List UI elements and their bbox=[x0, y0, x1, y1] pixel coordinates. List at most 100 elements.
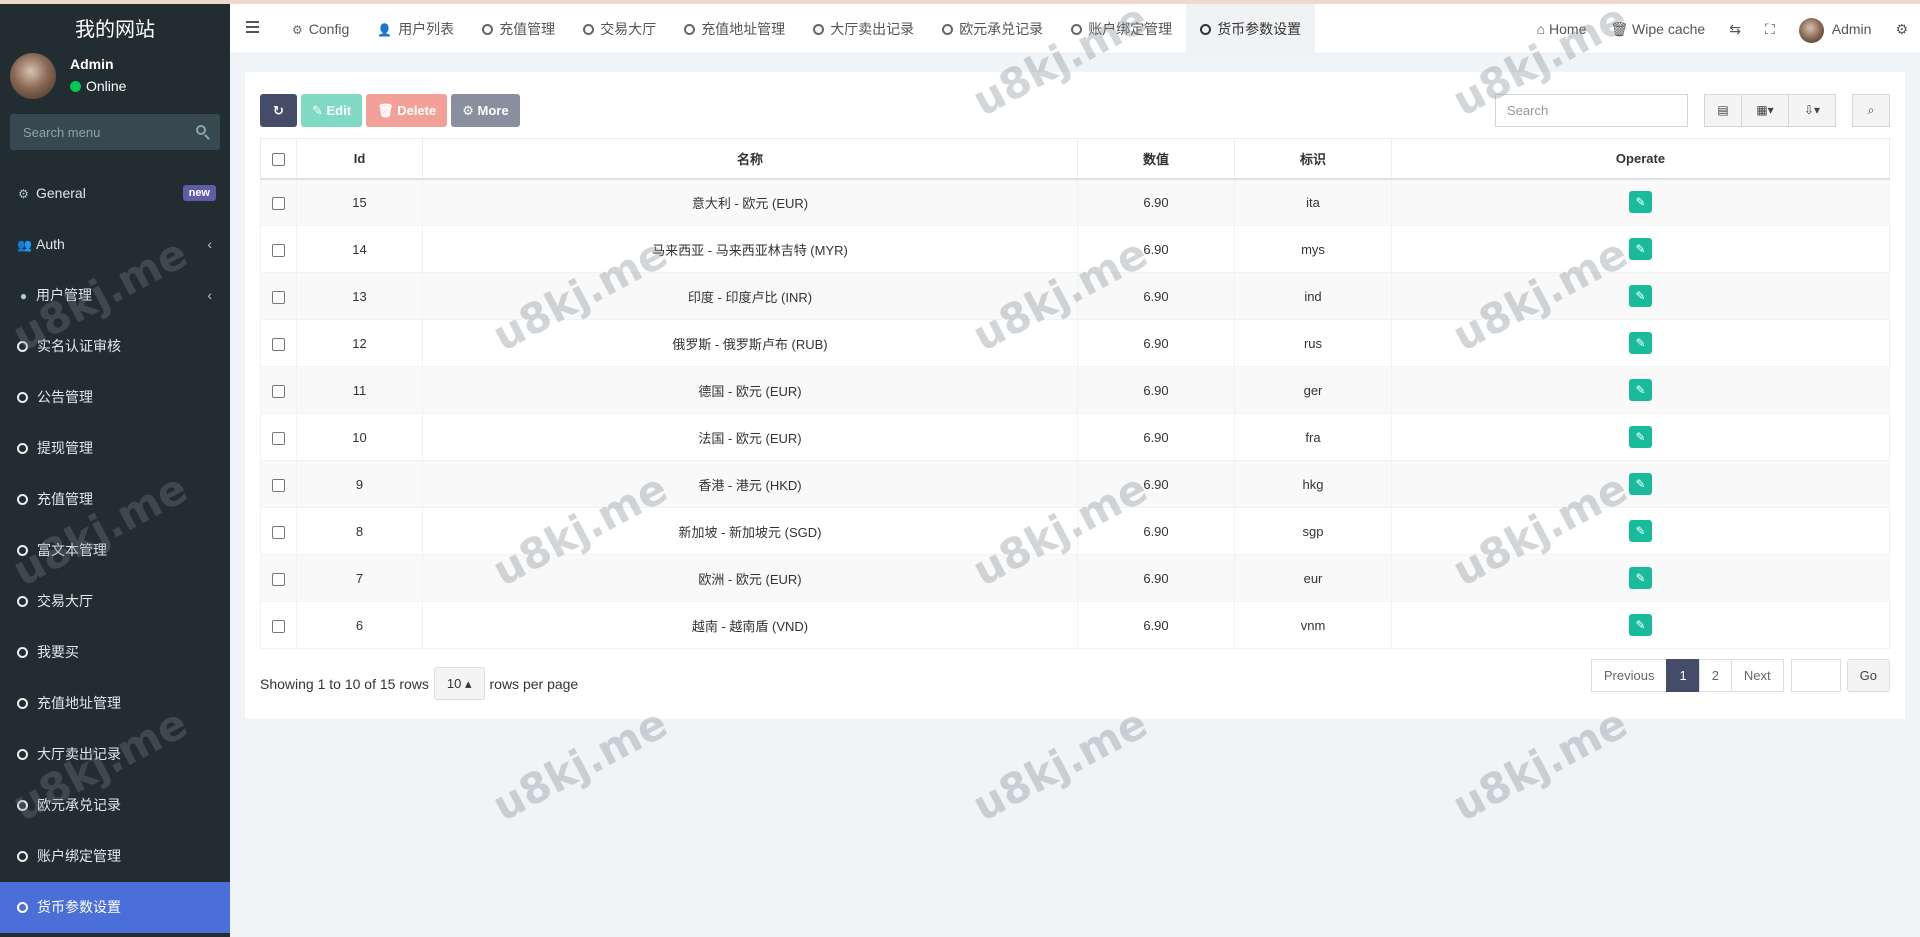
search-icon[interactable] bbox=[196, 125, 206, 135]
language-icon[interactable]: ⇆ bbox=[1717, 4, 1753, 54]
sidebar-item-euro-acceptance[interactable]: 欧元承兑记录 bbox=[0, 780, 230, 831]
export-icon: ⇩▾ bbox=[1803, 103, 1821, 117]
row-edit-pencil-icon[interactable]: ✎ bbox=[1629, 285, 1652, 307]
cell-id: 10 bbox=[296, 413, 423, 461]
row-checkbox[interactable] bbox=[272, 243, 285, 257]
tab-trading-hall[interactable]: 交易大厅 bbox=[569, 4, 670, 54]
sidebar-item-account-binding[interactable]: 账户绑定管理 bbox=[0, 831, 230, 882]
tab-user-list[interactable]: 👤 用户列表 bbox=[363, 4, 468, 54]
row-checkbox[interactable] bbox=[272, 290, 285, 304]
page-size-dropdown[interactable]: 10 ▴ bbox=[433, 667, 485, 700]
sidebar-item-user-management[interactable]: ● 用户管理 ‹ bbox=[0, 270, 230, 321]
cell-value: 6.90 bbox=[1077, 272, 1235, 320]
tab-account-binding[interactable]: 账户绑定管理 bbox=[1057, 4, 1186, 54]
columns-button[interactable]: ▦▾ bbox=[1741, 94, 1789, 127]
row-edit-pencil-icon[interactable]: ✎ bbox=[1629, 191, 1652, 214]
currency-table: Id 名称 数值 标识 Operate 15 意大利 - 欧元 (EUR) 6.90… bbox=[260, 138, 1890, 649]
sidebar-item-recharge-address[interactable]: 充值地址管理 bbox=[0, 678, 230, 729]
page-2-button[interactable]: 2 bbox=[1698, 659, 1732, 692]
menu-search-input[interactable] bbox=[10, 114, 180, 150]
cell-value: 6.90 bbox=[1077, 178, 1235, 226]
fullscreen-icon[interactable]: ⛶ bbox=[1753, 4, 1787, 54]
row-edit-pencil-icon[interactable]: ✎ bbox=[1629, 238, 1652, 260]
sidebar-item-label: 充值地址管理 bbox=[37, 695, 121, 711]
sidebar-item-auth[interactable]: 👥 Auth ‹ bbox=[0, 219, 230, 270]
cell-id: 11 bbox=[296, 366, 423, 414]
header-value[interactable]: 数值 bbox=[1077, 138, 1235, 180]
export-button[interactable]: ⇩▾ bbox=[1788, 94, 1836, 127]
sidebar-item-label: 充值管理 bbox=[37, 491, 93, 507]
sidebar-item-currency-settings[interactable]: 货币参数设置 bbox=[0, 882, 230, 933]
row-select-cell bbox=[260, 366, 297, 414]
circle-icon bbox=[583, 24, 595, 35]
sidebar-item-announcements[interactable]: 公告管理 bbox=[0, 372, 230, 423]
go-button[interactable]: Go bbox=[1846, 659, 1890, 692]
cell-id: 12 bbox=[296, 319, 423, 367]
row-edit-pencil-icon[interactable]: ✎ bbox=[1629, 473, 1652, 495]
sidebar-item-recharge[interactable]: 充值管理 bbox=[0, 474, 230, 525]
previous-page-button[interactable]: Previous bbox=[1590, 659, 1668, 692]
row-checkbox[interactable] bbox=[272, 525, 285, 539]
wipe-cache-button[interactable]: 🗑 Wipe cache bbox=[1598, 4, 1717, 54]
cell-name: 意大利 - 欧元 (EUR) bbox=[422, 178, 1078, 226]
next-page-button[interactable]: Next bbox=[1730, 659, 1784, 692]
cell-name: 新加坡 - 新加坡元 (SGD) bbox=[422, 507, 1078, 555]
showing-rows-text: Showing 1 to 10 of 15 rows bbox=[260, 675, 429, 692]
tab-config[interactable]: ⚙ Config bbox=[278, 4, 363, 54]
row-checkbox[interactable] bbox=[272, 337, 285, 351]
row-checkbox[interactable] bbox=[272, 431, 285, 445]
row-checkbox[interactable] bbox=[272, 384, 285, 398]
table-search-input[interactable] bbox=[1495, 94, 1688, 127]
refresh-button[interactable]: ↻ bbox=[260, 94, 297, 127]
gear-icon: ⚙ bbox=[292, 23, 303, 37]
advanced-search-button[interactable]: ⌕ bbox=[1852, 94, 1890, 127]
header-name[interactable]: 名称 bbox=[422, 138, 1078, 180]
edit-button[interactable]: ✎ Edit bbox=[301, 94, 363, 127]
tab-currency-settings[interactable]: 货币参数设置 bbox=[1186, 4, 1316, 54]
admin-label: Admin bbox=[1831, 21, 1872, 37]
settings-gear-icon[interactable]: ⚙ bbox=[1883, 4, 1920, 54]
sidebar-item-withdrawals[interactable]: 提现管理 bbox=[0, 423, 230, 474]
row-edit-pencil-icon[interactable]: ✎ bbox=[1629, 426, 1652, 448]
menu-toggle-icon[interactable] bbox=[246, 21, 259, 33]
select-all-checkbox[interactable] bbox=[272, 152, 285, 166]
row-select-cell bbox=[260, 601, 297, 649]
site-logo[interactable]: 我的网站 bbox=[0, 4, 230, 54]
sidebar-item-buy[interactable]: 我要买 bbox=[0, 627, 230, 678]
header-code[interactable]: 标识 bbox=[1234, 138, 1392, 180]
tab-label: 用户列表 bbox=[398, 21, 455, 37]
tab-recharge[interactable]: 充值管理 bbox=[468, 4, 569, 54]
sidebar-item-general[interactable]: ⚙ General new bbox=[0, 168, 230, 219]
sidebar-item-real-name-review[interactable]: 实名认证审核 bbox=[0, 321, 230, 372]
cell-id: 15 bbox=[296, 178, 423, 226]
sidebar-item-hall-sales[interactable]: 大厅卖出记录 bbox=[0, 729, 230, 780]
pagination: Previous 1 2 Next Go bbox=[1590, 659, 1890, 692]
tab-recharge-address[interactable]: 充值地址管理 bbox=[670, 4, 799, 54]
table-header-row: Id 名称 数值 标识 Operate bbox=[260, 138, 1890, 180]
page-jump-input[interactable] bbox=[1790, 659, 1841, 692]
row-checkbox[interactable] bbox=[272, 572, 285, 586]
row-edit-pencil-icon[interactable]: ✎ bbox=[1629, 567, 1652, 589]
row-edit-pencil-icon[interactable]: ✎ bbox=[1629, 332, 1652, 354]
row-edit-pencil-icon[interactable]: ✎ bbox=[1629, 614, 1652, 636]
row-checkbox[interactable] bbox=[272, 196, 285, 210]
tab-hall-sales[interactable]: 大厅卖出记录 bbox=[799, 4, 928, 54]
chevron-left-icon: ‹ bbox=[207, 236, 212, 252]
row-checkbox[interactable] bbox=[272, 619, 285, 633]
row-checkbox[interactable] bbox=[272, 478, 285, 492]
tab-euro-acceptance[interactable]: 欧元承兑记录 bbox=[928, 4, 1057, 54]
row-edit-pencil-icon[interactable]: ✎ bbox=[1629, 520, 1652, 542]
row-edit-pencil-icon[interactable]: ✎ bbox=[1629, 379, 1652, 401]
toggle-view-button[interactable]: ▤ bbox=[1704, 94, 1742, 127]
delete-button[interactable]: 🗑 Delete bbox=[366, 94, 448, 127]
tab-label: Config bbox=[308, 21, 350, 37]
header-id[interactable]: Id bbox=[296, 138, 423, 180]
page-size-value: 10 bbox=[446, 676, 462, 691]
sidebar-item-trading-hall[interactable]: 交易大厅 bbox=[0, 576, 230, 627]
home-link[interactable]: ⌂ Home bbox=[1525, 4, 1599, 54]
admin-user-menu[interactable]: Admin bbox=[1787, 4, 1884, 54]
sidebar-item-rich-text[interactable]: 富文本管理 bbox=[0, 525, 230, 576]
cell-name: 马来西亚 - 马来西亚林吉特 (MYR) bbox=[422, 225, 1078, 273]
more-button[interactable]: ⚙ More bbox=[451, 94, 520, 127]
page-1-button[interactable]: 1 bbox=[1666, 659, 1700, 692]
